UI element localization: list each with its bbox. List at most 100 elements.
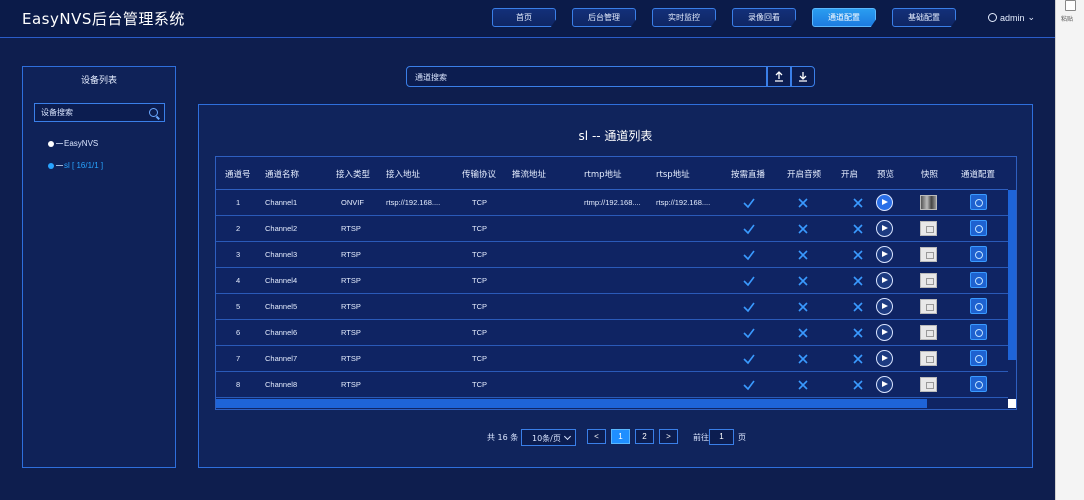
cell-protocol: TCP [472,224,487,233]
chevron-down-icon [563,432,572,441]
check-icon[interactable] [742,378,756,392]
col-on-demand: 按需直播 [731,170,766,180]
cell-channel-name: Channel3 [265,250,298,259]
search-icon[interactable] [149,108,158,117]
snapshot-thumbnail[interactable] [920,221,937,236]
play-icon[interactable] [876,194,893,211]
col-snapshot: 快照 [921,170,939,180]
gear-icon[interactable] [970,324,987,340]
tab-home[interactable]: 首页 [492,8,556,27]
play-icon[interactable] [876,376,893,393]
gear-icon[interactable] [970,220,987,236]
table-row: 6 Channel6 RTSP TCP [216,320,1008,346]
tab-live[interactable]: 实时监控 [652,8,716,27]
snapshot-thumbnail[interactable] [920,273,937,288]
cross-icon[interactable] [851,248,865,262]
cross-icon[interactable] [851,378,865,392]
col-rtsp-addr: rtsp地址 [656,170,690,180]
snapshot-thumbnail[interactable] [920,325,937,340]
prev-page-button[interactable]: < [587,429,606,444]
cell-rtsp-addr: rtsp://192.168.... [656,198,711,207]
table-row: 4 Channel4 RTSP TCP [216,268,1008,294]
cross-icon[interactable] [796,326,810,340]
cell-protocol: TCP [472,302,487,311]
cross-icon[interactable] [851,274,865,288]
channel-list-panel: sl -- 通道列表 通道号 通道名称 接入类型 接入地址 传输协议 推流地址 … [198,104,1033,468]
cross-icon[interactable] [851,300,865,314]
cell-access-type: ONVIF [341,198,364,207]
cell-channel-name: Channel5 [265,302,298,311]
snapshot-thumbnail[interactable] [920,195,937,210]
tab-basic-config[interactable]: 基础配置 [892,8,956,27]
col-protocol: 传输协议 [462,170,497,180]
device-search-input[interactable]: 设备搜索 [34,103,165,122]
cell-protocol: TCP [472,198,487,207]
check-icon[interactable] [742,326,756,340]
cell-protocol: TCP [472,354,487,363]
cross-icon[interactable] [851,326,865,340]
cross-icon[interactable] [796,274,810,288]
tab-channel-config[interactable]: 通道配置 [812,8,876,27]
cross-icon[interactable] [851,352,865,366]
paste-label: 粘贴 [1061,16,1074,23]
goto-page-input[interactable]: 1 [709,429,734,445]
col-push-addr: 推流地址 [512,170,547,180]
download-button[interactable] [791,66,815,87]
cross-icon[interactable] [796,352,810,366]
check-icon[interactable] [742,222,756,236]
check-icon[interactable] [742,274,756,288]
gear-icon[interactable] [970,376,987,392]
gear-icon[interactable] [970,272,987,288]
channel-search-input[interactable]: 通道搜索 [406,66,767,87]
cross-icon[interactable] [796,248,810,262]
goto-label: 前往 [693,433,709,442]
cross-icon[interactable] [796,222,810,236]
vertical-scrollbar[interactable] [1008,190,1016,360]
tab-backend[interactable]: 后台管理 [572,8,636,27]
paste-icon[interactable] [1065,0,1076,11]
page-2-button[interactable]: 2 [635,429,654,444]
cell-channel-no: 4 [236,276,241,285]
check-icon[interactable] [742,248,756,262]
upload-button[interactable] [767,66,791,87]
device-list-title: 设备列表 [80,76,117,86]
play-icon[interactable] [876,350,893,367]
play-icon[interactable] [876,220,893,237]
play-icon[interactable] [876,272,893,289]
cell-access-type: RTSP [341,224,361,233]
username: admin [1000,12,1025,23]
check-icon[interactable] [742,300,756,314]
cross-icon[interactable] [796,300,810,314]
gear-icon[interactable] [970,298,987,314]
play-icon[interactable] [876,246,893,263]
tree-item-easynvs[interactable]: EasyNVS [48,139,98,148]
snapshot-thumbnail[interactable] [920,351,937,366]
gear-icon[interactable] [970,350,987,366]
page-size-select[interactable]: 10条/页 [521,429,576,446]
play-icon[interactable] [876,298,893,315]
cell-access-type: RTSP [341,354,361,363]
gear-icon[interactable] [970,246,987,262]
tab-playback[interactable]: 录像回看 [732,8,796,27]
cross-icon[interactable] [796,196,810,210]
user-menu[interactable]: admin ⌄ [988,12,1035,23]
play-icon[interactable] [876,324,893,341]
snapshot-thumbnail[interactable] [920,247,937,262]
gear-icon[interactable] [970,194,987,210]
check-icon[interactable] [742,196,756,210]
next-page-button[interactable]: > [659,429,678,444]
snapshot-thumbnail[interactable] [920,299,937,314]
cell-protocol: TCP [472,276,487,285]
table-row: 7 Channel7 RTSP TCP [216,346,1008,372]
cross-icon[interactable] [851,196,865,210]
channel-search-placeholder: 通道搜索 [415,73,447,82]
check-icon[interactable] [742,352,756,366]
cross-icon[interactable] [851,222,865,236]
snapshot-thumbnail[interactable] [920,377,937,392]
tree-item-sl[interactable]: sl [ 16/1/1 ] [48,161,103,170]
cell-channel-no: 2 [236,224,241,233]
horizontal-scrollbar[interactable] [216,399,927,408]
page-1-button[interactable]: 1 [611,429,630,444]
col-enable: 开启 [841,170,859,180]
cross-icon[interactable] [796,378,810,392]
